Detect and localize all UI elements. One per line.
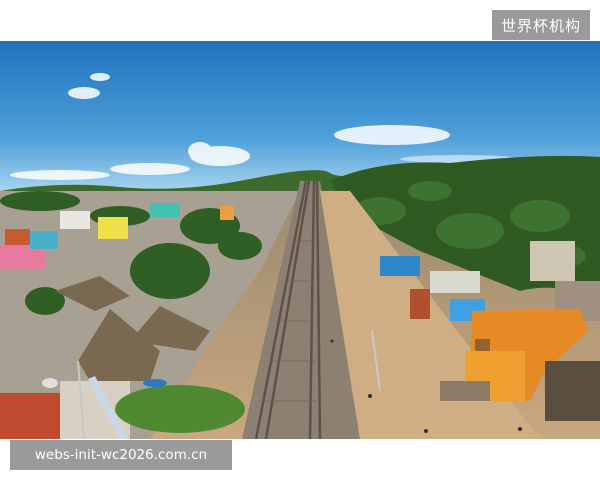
orange-roof-left [0, 393, 68, 439]
wall-right [440, 381, 490, 401]
aerial-railway-photo [0, 41, 600, 439]
blue-tarp [143, 379, 167, 387]
water-tank [42, 378, 58, 388]
thatched-hut-right [545, 361, 600, 421]
grass-patch [115, 385, 245, 433]
brand-watermark: 世界杯机构 [492, 10, 590, 40]
url-watermark: webs-init-wc2026.com.cn [10, 440, 232, 470]
